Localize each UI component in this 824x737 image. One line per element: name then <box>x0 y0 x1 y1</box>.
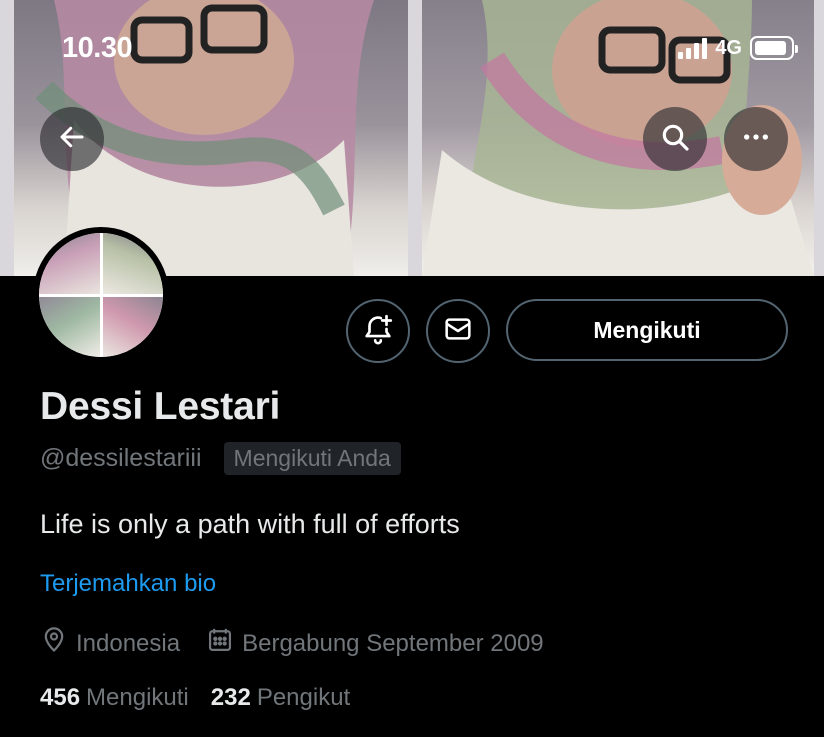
notify-button[interactable] <box>346 299 410 363</box>
search-button[interactable] <box>643 107 707 171</box>
calendar-icon <box>206 626 234 661</box>
status-time: 10.30 <box>62 32 133 64</box>
following-stat[interactable]: 456 Mengikuti <box>40 684 189 712</box>
status-indicators: 4G <box>678 36 798 60</box>
envelope-icon <box>442 313 474 350</box>
followers-stat[interactable]: 232 Pengikut <box>211 684 350 712</box>
message-button[interactable] <box>426 299 490 363</box>
profile-handle: @dessilestariii <box>40 444 202 472</box>
search-icon <box>659 121 691 158</box>
following-label: Mengikuti <box>86 684 189 711</box>
battery-level <box>755 41 786 55</box>
battery-icon <box>750 36 798 60</box>
translate-bio-link[interactable]: Terjemahkan bio <box>40 570 216 598</box>
back-button[interactable] <box>40 107 104 171</box>
location-text: Indonesia <box>76 629 181 657</box>
following-button[interactable]: Mengikuti <box>506 299 788 361</box>
arrow-left-icon <box>57 122 87 157</box>
followers-label: Pengikut <box>256 684 351 711</box>
more-horizontal-icon <box>740 121 772 158</box>
location-pin-icon <box>40 626 68 661</box>
handle-row: @dessilestariii Mengikuti Anda <box>40 442 401 475</box>
profile-meta: Indonesia Bergabung September 2009 <box>40 626 544 661</box>
profile-name: Dessi Lestari <box>40 385 281 428</box>
join-date-text: Bergabung September 2009 <box>242 629 544 657</box>
avatar[interactable] <box>33 227 169 363</box>
more-button[interactable] <box>724 107 788 171</box>
location: Indonesia <box>40 626 180 661</box>
follow-stats: 456 Mengikuti 232 Pengikut <box>40 684 350 712</box>
network-type: 4G <box>715 36 742 59</box>
bell-plus-icon <box>361 312 395 351</box>
follows-you-badge: Mengikuti Anda <box>223 442 401 475</box>
avatar-image <box>39 233 163 357</box>
signal-icon <box>678 37 708 59</box>
followers-count: 232 <box>210 684 251 711</box>
following-count: 456 <box>40 684 81 711</box>
profile-bio: Life is only a path with full of efforts <box>40 509 460 539</box>
join-date: Bergabung September 2009 <box>206 626 544 661</box>
